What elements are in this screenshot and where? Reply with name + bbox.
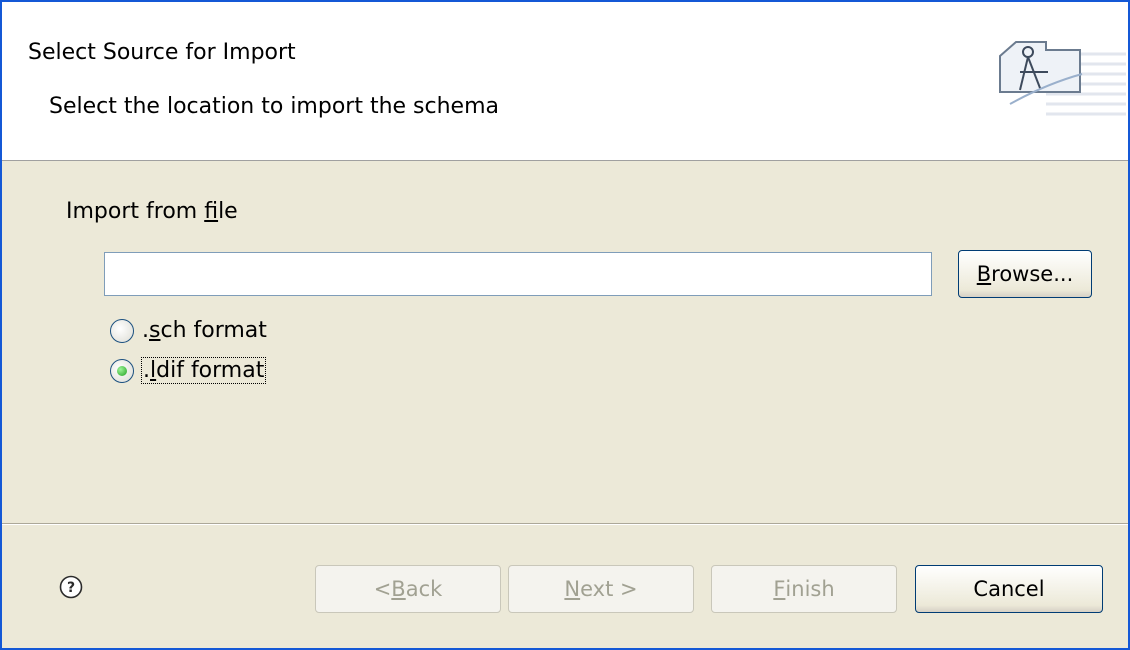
radio-sch-format[interactable]: .sch format (110, 318, 267, 343)
radio-dot (117, 365, 127, 376)
page-title: Select Source for Import (28, 40, 296, 65)
radio-checked-icon[interactable] (110, 358, 134, 383)
svg-text:?: ? (67, 580, 75, 596)
radio-sch-label: .sch format (142, 318, 267, 343)
next-button[interactable]: Next > (508, 565, 694, 613)
radio-ldif-label: .ldif format (140, 357, 267, 384)
radio-unchecked-icon[interactable] (110, 318, 134, 343)
finish-button[interactable]: Finish (711, 565, 897, 613)
back-button[interactable]: < Back (315, 565, 501, 613)
cancel-button[interactable]: Cancel (915, 565, 1103, 613)
footer-separator (2, 523, 1128, 525)
help-icon[interactable]: ? (59, 575, 83, 599)
import-from-file-label: Import from file (66, 199, 238, 224)
page-description: Select the location to import the schema (49, 94, 500, 119)
radio-ldif-format[interactable]: .ldif format (110, 357, 267, 384)
file-path-input[interactable] (104, 252, 932, 296)
wizard-header: Select Source for Import Select the loca… (2, 2, 1128, 161)
browse-button[interactable]: Browse... (958, 250, 1092, 298)
wizard-banner-icon (999, 41, 1126, 116)
wizard-dialog: Select Source for Import Select the loca… (0, 0, 1130, 650)
